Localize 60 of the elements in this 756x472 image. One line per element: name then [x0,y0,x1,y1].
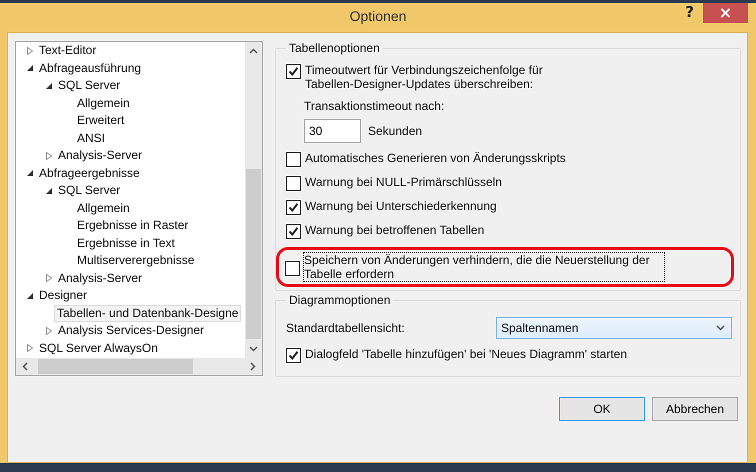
checkbox[interactable] [286,64,301,79]
collapsed-icon[interactable] [45,152,53,160]
vertical-scrollbar[interactable] [245,42,262,358]
scroll-left-icon[interactable] [22,362,28,371]
tree-item[interactable]: Abfrageergebnisse [16,164,245,182]
checkbox-label[interactable]: Speichern von Änderungen verhindern, die die Neuerstellung der Tabelle erfordern [304,253,664,281]
horizontal-scrollbar[interactable] [16,358,262,375]
tree-item[interactable]: Designer [16,287,245,304]
cancel-button[interactable]: Abbrechen [652,397,738,421]
collapsed-icon[interactable] [26,46,34,55]
checkbox[interactable] [286,224,301,239]
collapsed-icon[interactable] [45,274,53,282]
scroll-right-icon[interactable] [250,362,256,371]
checkbox-label[interactable]: Warnung bei Unterschiederkennung [305,199,497,213]
checkbox[interactable] [286,348,301,363]
tree-item[interactable]: Erweitert [16,112,245,130]
checkbox[interactable] [285,261,300,276]
tree-item[interactable]: Ergebnisse in Text [16,234,245,252]
tree-item[interactable]: Abfrageausführung [16,60,245,77]
tree-item[interactable]: SQL Server [16,182,245,200]
checkbox-label[interactable]: Warnung bei NULL-Primärschlüsseln [305,175,502,189]
collapsed-icon[interactable] [45,326,53,335]
tree-item[interactable]: Analysis-Server [16,270,245,287]
checkbox-label[interactable]: Dialogfeld 'Tabelle hinzufügen' bei 'Neues Diagramm' starten [305,347,628,361]
chevron-down-icon [716,325,725,331]
tree-item[interactable]: Ergebnisse in Raster [16,217,245,234]
checkbox[interactable] [286,176,301,191]
checkbox[interactable] [286,200,301,215]
tree-item[interactable]: Allgemein [16,200,245,217]
scroll-up-icon[interactable] [249,48,258,54]
window-title: Optionen [350,8,406,24]
ok-button[interactable]: OK [559,397,645,421]
expanded-icon[interactable] [45,186,53,195]
expanded-icon[interactable] [45,82,53,90]
tree-item[interactable]: Analysis Services-Designer [16,322,245,340]
expanded-icon[interactable] [26,169,34,178]
close-button[interactable]: × [703,3,748,23]
unit-label: Sekunden [368,124,422,138]
tree-item[interactable]: Multiserverergebnisse [16,252,245,270]
help-button[interactable]: ? [681,3,698,21]
field-label: Standardtabellensicht: [286,321,405,335]
scroll-down-icon[interactable] [249,346,258,352]
collapsed-icon[interactable] [26,344,34,352]
tree-item[interactable]: Allgemein [16,94,245,112]
timeout-field[interactable]: 30 [304,119,361,143]
checkbox-label[interactable]: Timeoutwert für Verbindungszeichenfolge für Tabellen-Designer-Updates überschreiben: [305,63,580,91]
tree-item[interactable]: Analysis-Server [16,147,245,164]
group-title: Diagrammoptionen [288,293,392,307]
tree-item[interactable]: ANSI [16,130,245,147]
checkbox-label[interactable]: Automatisches Generieren von Änderungsskripts [305,151,566,165]
view-dropdown[interactable]: Spaltennamen [496,317,732,339]
tree-item[interactable]: SQL Server [16,77,245,94]
expanded-icon[interactable] [26,64,34,72]
expanded-icon[interactable] [26,292,34,300]
tree-item[interactable]: Text-Editor [16,42,245,60]
field-label: Transaktionstimeout nach: [304,99,446,113]
group-title: Tabellenoptionen [288,41,381,55]
checkbox[interactable] [286,152,301,167]
checkbox-label[interactable]: Warnung bei betroffenen Tabellen [305,223,484,237]
tree-item[interactable]: SQL Server AlwaysOn [16,340,245,357]
